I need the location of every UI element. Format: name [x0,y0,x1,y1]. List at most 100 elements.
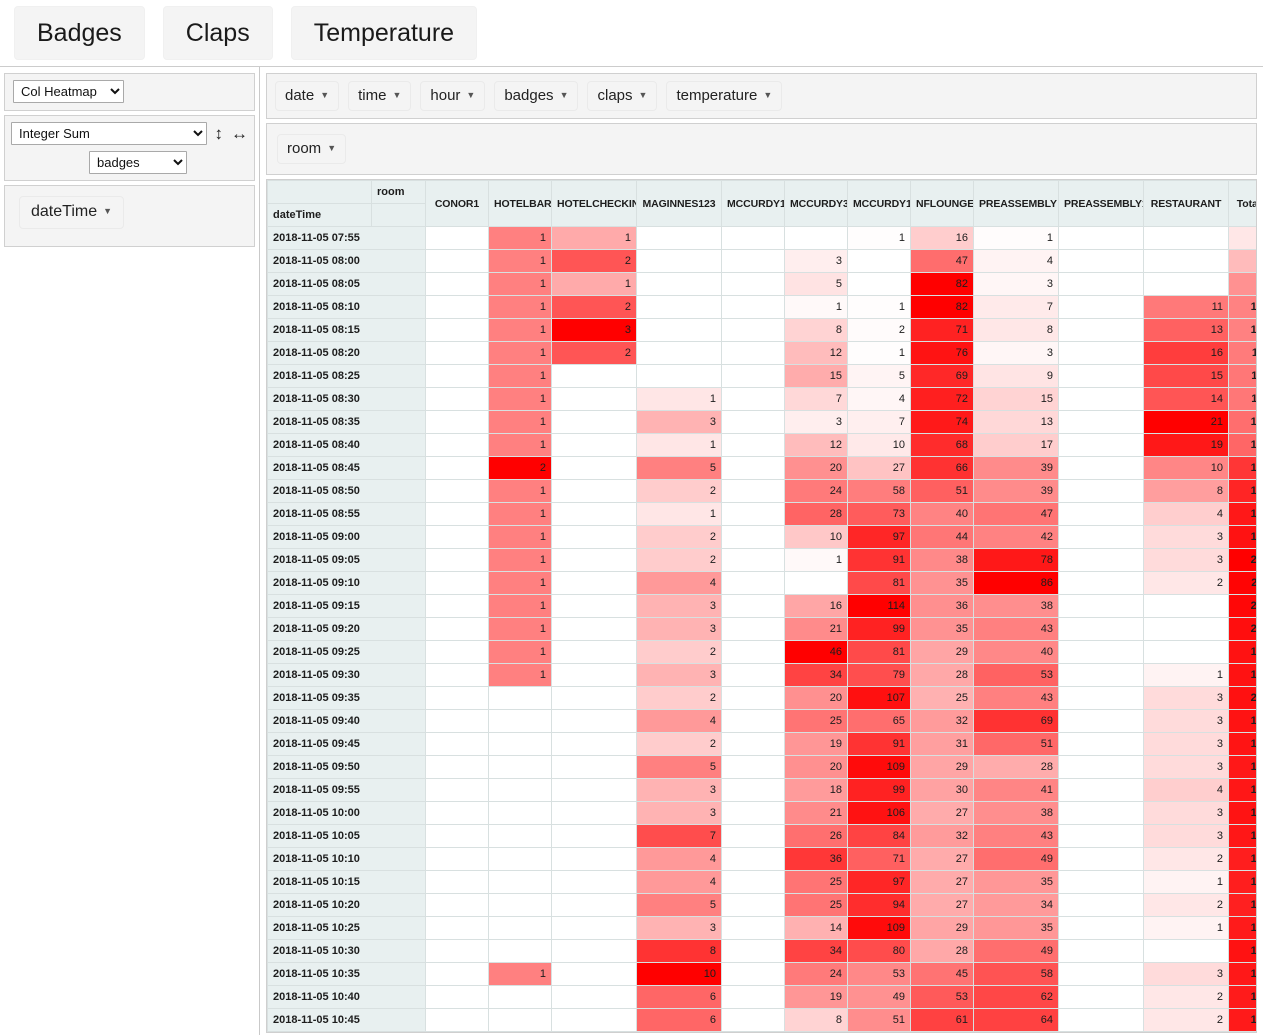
table-row[interactable]: 2018-11-05 08:201212176316111 [267,341,1256,365]
cell-hotelcheckin [551,387,637,411]
field-hour[interactable]: hour ▼ [420,81,486,111]
table-row[interactable]: 2018-11-05 10:0032110627383198 [267,801,1256,825]
tab-badges[interactable]: Badges [14,5,145,61]
table-row[interactable]: 2018-11-05 08:351337741321122 [267,410,1256,434]
field-temperature[interactable]: temperature ▼ [666,81,783,111]
cell-preassembly: 43 [973,824,1059,848]
cell-conor1 [425,778,489,802]
col-header-nflounge: NFLOUNGE [910,180,974,227]
table-row[interactable]: 2018-11-05 09:45 2 19913151 3197 [267,732,1256,756]
table-row[interactable]: 2018-11-05 08:05 11 5 823 92 [267,272,1256,296]
cell-nflounge: 61 [910,1008,974,1032]
cell-preassembly: 17 [973,433,1059,457]
field-badges[interactable]: badges ▼ [494,81,579,111]
row-header: 2018-11-05 09:35 [267,686,426,710]
table-row[interactable]: 2018-11-05 10:45 6 8516164 2192 [267,1008,1256,1032]
cell-conor1 [425,226,489,250]
cell-preassembly1 [1058,594,1144,618]
cell-nflounge: 53 [910,985,974,1009]
row-header: 2018-11-05 10:10 [267,847,426,871]
table-row[interactable]: 2018-11-05 09:40 4 25653269 3198 [267,709,1256,733]
cell-total: 191 [1228,985,1256,1009]
cell-conor1 [425,962,489,986]
columns-shelf[interactable]: room ▼ [266,123,1257,175]
table-row[interactable]: 2018-11-05 09:35 2 201072543 3200 [267,686,1256,710]
table-row[interactable]: 2018-11-05 08:40 1 1 12106817 19128 [267,433,1256,457]
cell-mccurdy3: 24 [784,962,848,986]
table-row[interactable]: 2018-11-05 08:15138271813106 [267,318,1256,342]
row-header: 2018-11-05 09:55 [267,778,426,802]
table-row[interactable]: 2018-11-05 10:20 5 25942734 2187 [267,893,1256,917]
aggregator-attribute-select[interactable]: badgesclapstemperaturehour [89,151,187,174]
cell-preassembly1 [1058,479,1144,503]
table-row[interactable]: 2018-11-05 09:20 1 3 21993543 202 [267,617,1256,641]
table-row[interactable]: 2018-11-05 09:10 1 4 813586 2211 [267,571,1256,595]
cell-total: 197 [1228,732,1256,756]
row-header: 2018-11-05 08:55 [267,502,426,526]
table-row[interactable]: 2018-11-05 10:05 7 26843243 3195 [267,824,1256,848]
cell-mccurdy1 [721,571,785,595]
field-date[interactable]: date ▼ [275,81,340,111]
cell-preassembly1 [1058,640,1144,664]
table-row[interactable]: 2018-11-05 10:10 4 36712749 2189 [267,847,1256,871]
table-row[interactable]: 2018-11-05 09:50 5 201092928 3194 [267,755,1256,779]
table-row[interactable]: 2018-11-05 10:25 3 141092935 1191 [267,916,1256,940]
table-row[interactable]: 2018-11-05 09:25 1 2 46812940 199 [267,640,1256,664]
col-field-room[interactable]: room ▼ [277,134,347,164]
cell-mccurdy1 [721,663,785,687]
col-header-totals: Totals [1228,180,1256,227]
table-row[interactable]: 2018-11-05 09:3013347928531199 [267,663,1256,687]
table-row[interactable]: 2018-11-05 10:35 1 10 24534558 3194 [267,962,1256,986]
cell-conor1 [425,364,489,388]
table-row[interactable]: 2018-11-05 10:30 8 34802849 199 [267,939,1256,963]
table-row[interactable]: 2018-11-05 10:40 6 19495362 2191 [267,985,1256,1009]
cell-preassembly: 15 [973,387,1059,411]
table-row[interactable]: 2018-11-05 08:50 1 2 24585139 8183 [267,479,1256,503]
table-row[interactable]: 2018-11-05 08:25115569915114 [267,364,1256,388]
table-row[interactable]: 2018-11-05 08:55 1 1 28734047 4194 [267,502,1256,526]
leftright-arrow-icon[interactable]: ↔ [231,125,248,142]
table-row[interactable]: 2018-11-05 08:00 12 3 474 57 [267,249,1256,273]
cell-hotelbar: 1 [488,226,552,250]
table-row[interactable]: 2018-11-05 09:00 1 2 10974442 3199 [267,525,1256,549]
tab-temperature[interactable]: Temperature [290,5,478,61]
tab-claps[interactable]: Claps [162,5,273,61]
unused-fields-shelf[interactable]: date ▼ time ▼ hour ▼ badges ▼ claps ▼ tempera… [266,73,1257,119]
row-header: 2018-11-05 07:55 [267,226,426,250]
table-row[interactable]: 2018-11-05 08:10121182711105 [267,295,1256,319]
field-claps[interactable]: claps ▼ [587,81,658,111]
rows-shelf[interactable]: dateTime ▼ [4,185,255,247]
row-axis-label: dateTime [267,203,372,227]
cell-nflounge: 36 [910,594,974,618]
cell-preassembly: 39 [973,456,1059,480]
cell-mccurdy3: 12 [784,341,848,365]
cell-mccurdy1 [721,893,785,917]
table-row[interactable]: 2018-11-05 09:15 1 3 161143638 208 [267,594,1256,618]
table-row[interactable]: 2018-11-05 08:45 2 5 20276639 10169 [267,456,1256,480]
pivot-table-container[interactable]: room CONOR1 HOTELBAR HOTELCHECKIN MAGINNES1… [266,179,1257,1033]
cell-restaurant: 3 [1143,548,1229,572]
table-row[interactable]: 2018-11-05 08:30 1 1 747215 14114 [267,387,1256,411]
cell-mccurdy1 [721,410,785,434]
cell-preassembly1 [1058,985,1144,1009]
table-row[interactable]: 2018-11-05 09:55 3 18993041 4195 [267,778,1256,802]
cell-mccurdy12: 2 [847,318,911,342]
cell-nflounge: 66 [910,456,974,480]
aggregator-select[interactable]: CountInteger SumSumAverageMedianMinimumM… [11,122,207,145]
col-axis-label: room [371,180,426,204]
cell-mccurdy12: 94 [847,893,911,917]
cell-hotelcheckin [551,640,637,664]
table-row[interactable]: 2018-11-05 10:15 4 25972735 1189 [267,870,1256,894]
field-time[interactable]: time ▼ [348,81,412,111]
row-field-datetime[interactable]: dateTime ▼ [19,196,125,229]
cell-conor1 [425,571,489,595]
cell-nflounge: 72 [910,387,974,411]
table-row[interactable]: 2018-11-05 07:5511116120 [267,226,1256,250]
field-time-label: time [358,87,387,104]
cell-preassembly1 [1058,341,1144,365]
cell-hotelbar: 1 [488,962,552,986]
renderer-select[interactable]: Col HeatmapTableHeatmapRow HeatmapBar Ch… [13,80,124,103]
table-row[interactable]: 2018-11-05 09:051219138783214 [267,548,1256,572]
updown-arrow-icon[interactable]: ↕ [215,125,224,142]
corner-cell [267,180,372,204]
